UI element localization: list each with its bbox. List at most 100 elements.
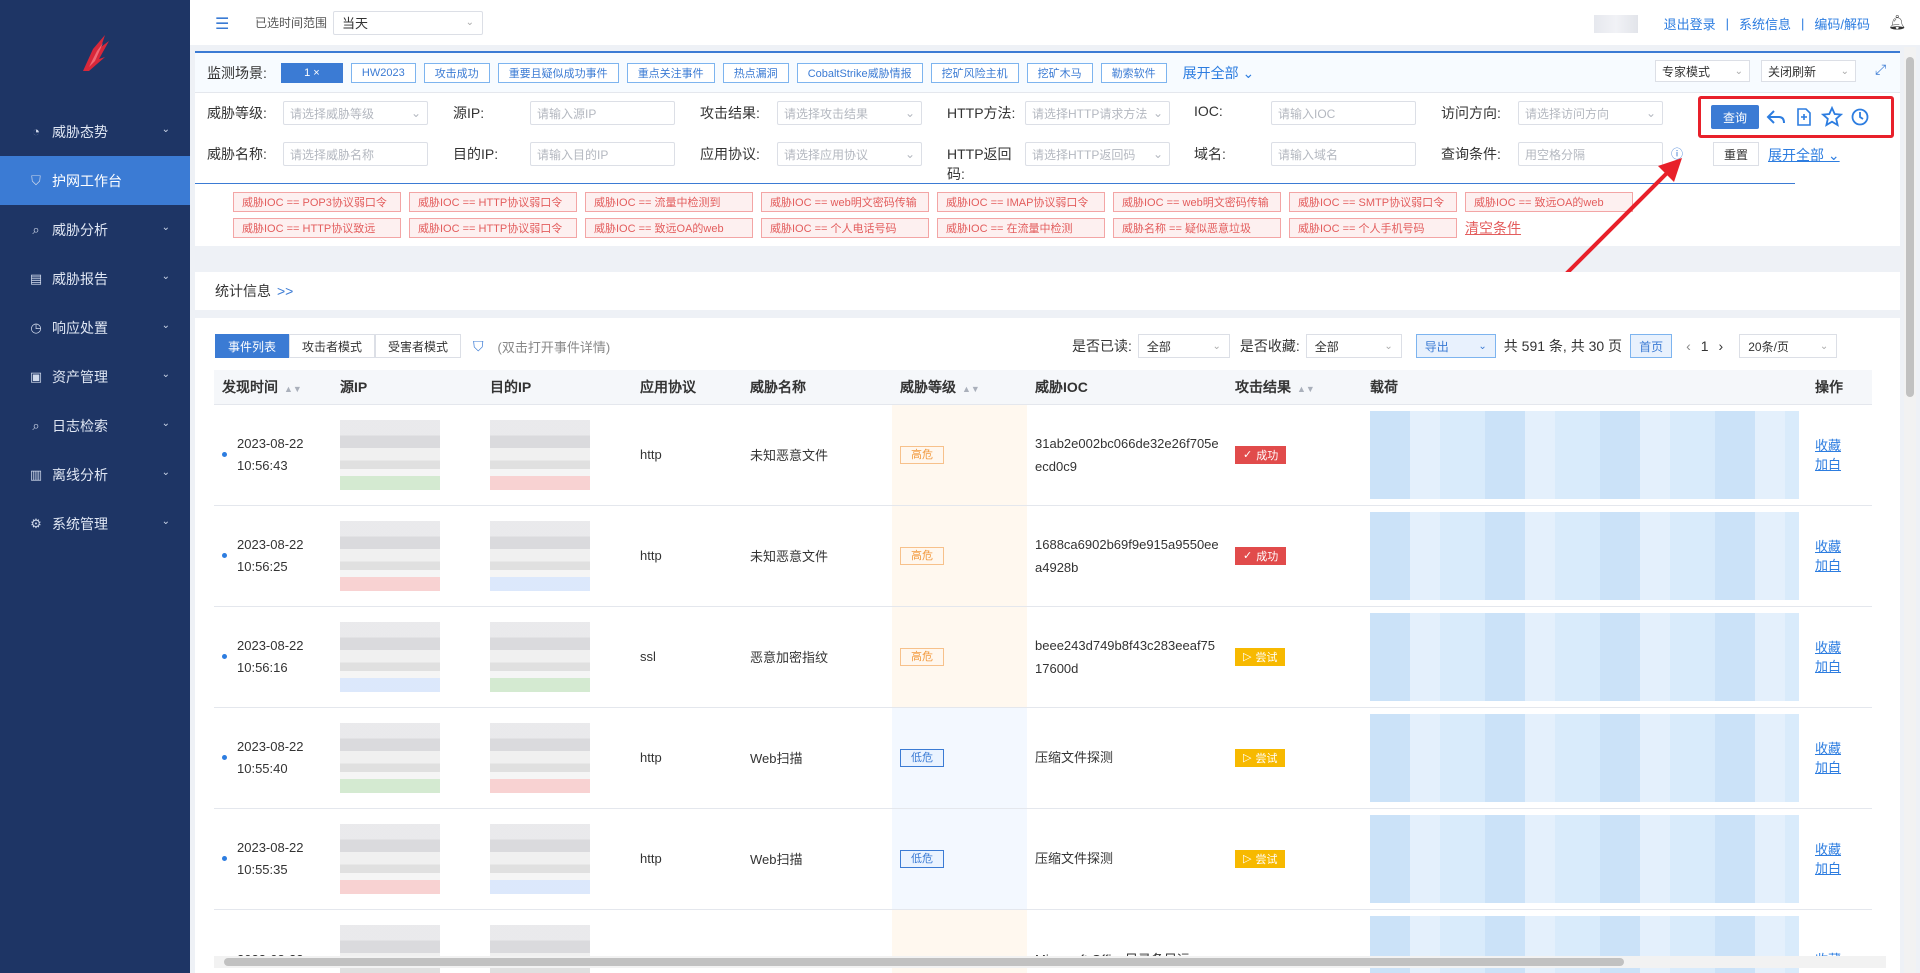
sidebar-item-0[interactable]: ◔ 威胁态势 ⌄ [0, 107, 190, 156]
query-cond-input[interactable]: 用空格分隔 [1518, 142, 1663, 166]
scene-tag[interactable]: CobaltStrike威胁情报 [796, 62, 923, 83]
first-page-button[interactable]: 首页 [1630, 334, 1673, 358]
time-range-select[interactable]: 当天 ⌄ [333, 10, 484, 35]
table-row[interactable]: 2023-08-22 10:55:35 http Web扫描 低危 压缩文件探测 ▷ 尝试 收藏… [214, 808, 1872, 910]
tab-attacker-mode[interactable]: 攻击者模式 [289, 334, 376, 358]
sysinfo-link[interactable]: 系统信息 [1739, 14, 1791, 33]
bell-icon[interactable]: 🔔︎ [1888, 14, 1906, 31]
condition-tag[interactable]: 威胁IOC == HTTP协议弱口令 [409, 218, 577, 238]
query-button[interactable]: 查询 [1711, 105, 1760, 129]
domain-input[interactable]: 请输入域名 [1271, 142, 1416, 166]
col-header-time[interactable]: 发现时间 ▲▼ [214, 370, 332, 405]
src-ip-input[interactable]: 请输入源IP [530, 101, 675, 125]
sidebar-item-5[interactable]: ▣ 资产管理 ⌄ [0, 352, 190, 401]
fav-select[interactable]: 全部 ⌄ [1305, 334, 1402, 358]
current-page[interactable]: 1 [1701, 338, 1709, 354]
refresh-select[interactable]: 关闭刷新 ⌄ [1761, 60, 1856, 82]
fullscreen-icon[interactable]: ⤢ [1875, 61, 1886, 78]
condition-tag[interactable]: 威胁IOC == POP3协议弱口令 [233, 192, 401, 212]
favorite-link[interactable]: 收藏 [1815, 638, 1872, 657]
whitelist-link[interactable]: 加白 [1815, 455, 1872, 474]
scene-tag[interactable]: 勒索软件 [1100, 62, 1167, 83]
tab-event-list[interactable]: 事件列表 [215, 334, 290, 358]
sort-icon[interactable]: ▲▼ [962, 384, 980, 394]
logout-link[interactable]: 退出登录 [1664, 14, 1716, 33]
condition-tag[interactable]: 威胁IOC == web明文密码传输 [1113, 192, 1281, 212]
sidebar-item-3[interactable]: ▤ 威胁报告 ⌄ [0, 254, 190, 303]
next-page-icon[interactable]: › [1719, 338, 1724, 354]
sidebar-item-8[interactable]: ⚙ 系统管理 ⌄ [0, 499, 190, 548]
expand-all-link[interactable]: 展开全部 ⌄ [1768, 145, 1840, 165]
sidebar-item-6[interactable]: ⌕ 日志检索 ⌄ [0, 401, 190, 450]
read-select[interactable]: 全部 ⌄ [1137, 334, 1230, 358]
whitelist-link[interactable]: 加白 [1815, 556, 1872, 575]
filter-icon[interactable]: ⛉ [473, 338, 484, 355]
sidebar-item-1[interactable]: ⛉ 护网工作台 [0, 156, 190, 205]
star-icon[interactable] [1821, 106, 1844, 128]
sidebar-item-2[interactable]: ⌕ 威胁分析 ⌄ [0, 205, 190, 254]
stats-expand-arrow[interactable]: >> [277, 283, 293, 299]
condition-tag[interactable]: 威胁IOC == 致远OA的web [1465, 192, 1633, 212]
condition-tag[interactable]: 威胁名称 == 疑似恶意垃圾 [1113, 218, 1281, 238]
sort-icon[interactable]: ▲▼ [1297, 384, 1315, 394]
condition-tag[interactable]: 威胁IOC == 个人手机号码 [1289, 218, 1457, 238]
condition-tag[interactable]: 威胁IOC == web明文密码传输 [761, 192, 929, 212]
dst-ip-input[interactable]: 请输入目的IP [530, 142, 675, 166]
direction-select[interactable]: 请选择访问方向 ⌄ [1518, 101, 1663, 125]
scene-tag[interactable]: 攻击成功 [423, 62, 490, 83]
scene-tag[interactable]: 重点关注事件 [626, 62, 715, 83]
sort-icon[interactable]: ▲▼ [284, 384, 302, 394]
attack-result-select[interactable]: 请选择攻击结果 ⌄ [777, 101, 922, 125]
app-proto-select[interactable]: 请选择应用协议 ⌄ [777, 142, 922, 166]
whitelist-link[interactable]: 加白 [1815, 758, 1872, 777]
condition-tag[interactable]: 威胁IOC == 在流量中检测 [937, 218, 1105, 238]
table-row[interactable]: 2023-08-22 10:56:25 http 未知恶意文件 高危 1688ca6902… [214, 505, 1872, 607]
scroll-thumb[interactable] [1906, 57, 1914, 397]
condition-tag[interactable]: 威胁IOC == 个人电话号码 [761, 218, 929, 238]
col-header-result[interactable]: 攻击结果 ▲▼ [1227, 370, 1362, 405]
scene-tag[interactable]: 1 × [280, 62, 343, 83]
scene-tag[interactable]: 热点漏洞 [722, 62, 789, 83]
save-query-icon[interactable] [1793, 106, 1815, 128]
scene-tag[interactable]: 挖矿木马 [1026, 62, 1093, 83]
mode-select[interactable]: 专家模式 ⌄ [1655, 60, 1750, 82]
favorite-link[interactable]: 收藏 [1815, 436, 1872, 455]
ioc-input[interactable]: 请输入IOC [1271, 101, 1416, 125]
undo-icon[interactable] [1765, 106, 1787, 128]
history-icon[interactable] [1849, 106, 1871, 128]
tab-victim-mode[interactable]: 受害者模式 [375, 334, 462, 358]
col-header-level[interactable]: 威胁等级 ▲▼ [892, 370, 1027, 405]
clear-conditions-link[interactable]: 清空条件 [1465, 218, 1521, 238]
scene-tag[interactable]: HW2023 [350, 62, 416, 83]
scene-tag[interactable]: 重要且疑似成功事件 [497, 62, 619, 83]
table-row[interactable]: 2023-08-22 10:56:43 http 未知恶意文件 高危 31ab2e002b… [214, 404, 1872, 506]
http-code-select[interactable]: 请选择HTTP返回码 ⌄ [1025, 142, 1170, 166]
codec-link[interactable]: 编码/解码 [1814, 14, 1870, 33]
table-row[interactable]: 2023-08-22 10:55:40 http Web扫描 低危 压缩文件探测 ▷ 尝试 收藏… [214, 707, 1872, 809]
export-button[interactable]: 导出 ⌄ [1415, 334, 1496, 358]
prev-page-icon[interactable]: ‹ [1686, 338, 1691, 354]
threat-level-select[interactable]: 请选择威胁等级 ⌄ [283, 101, 428, 125]
scroll-thumb[interactable] [224, 958, 1624, 966]
http-method-select[interactable]: 请选择HTTP请求方法 ⌄ [1025, 101, 1170, 125]
condition-tag[interactable]: 威胁IOC == 流量中检测到 [585, 192, 753, 212]
table-row[interactable]: 2023-08-22 10:56:16 ssl 恶意加密指纹 高危 beee243d749… [214, 606, 1872, 708]
condition-tag[interactable]: 威胁IOC == 致远OA的web [585, 218, 753, 238]
vertical-scrollbar[interactable] [1904, 47, 1916, 973]
condition-tag[interactable]: 威胁IOC == HTTP协议弱口令 [409, 192, 577, 212]
favorite-link[interactable]: 收藏 [1815, 840, 1872, 859]
scene-expand-link[interactable]: 展开全部 ⌄ [1183, 63, 1255, 83]
menu-toggle-icon[interactable]: ☰ [215, 14, 235, 33]
condition-tag[interactable]: 威胁IOC == IMAP协议弱口令 [937, 192, 1105, 212]
threat-name-input[interactable]: 请选择威胁名称 [283, 142, 428, 166]
horizontal-scrollbar[interactable] [214, 956, 1886, 968]
reset-button[interactable]: 重置 [1713, 142, 1760, 166]
condition-tag[interactable]: 威胁IOC == SMTP协议弱口令 [1289, 192, 1457, 212]
favorite-link[interactable]: 收藏 [1815, 537, 1872, 556]
condition-tag[interactable]: 威胁IOC == HTTP协议致远 [233, 218, 401, 238]
stats-bar[interactable]: 统计信息 >> [195, 272, 1900, 310]
sidebar-item-4[interactable]: ◷ 响应处置 ⌄ [0, 303, 190, 352]
favorite-link[interactable]: 收藏 [1815, 739, 1872, 758]
whitelist-link[interactable]: 加白 [1815, 657, 1872, 676]
sidebar-item-7[interactable]: ▥ 离线分析 ⌄ [0, 450, 190, 499]
